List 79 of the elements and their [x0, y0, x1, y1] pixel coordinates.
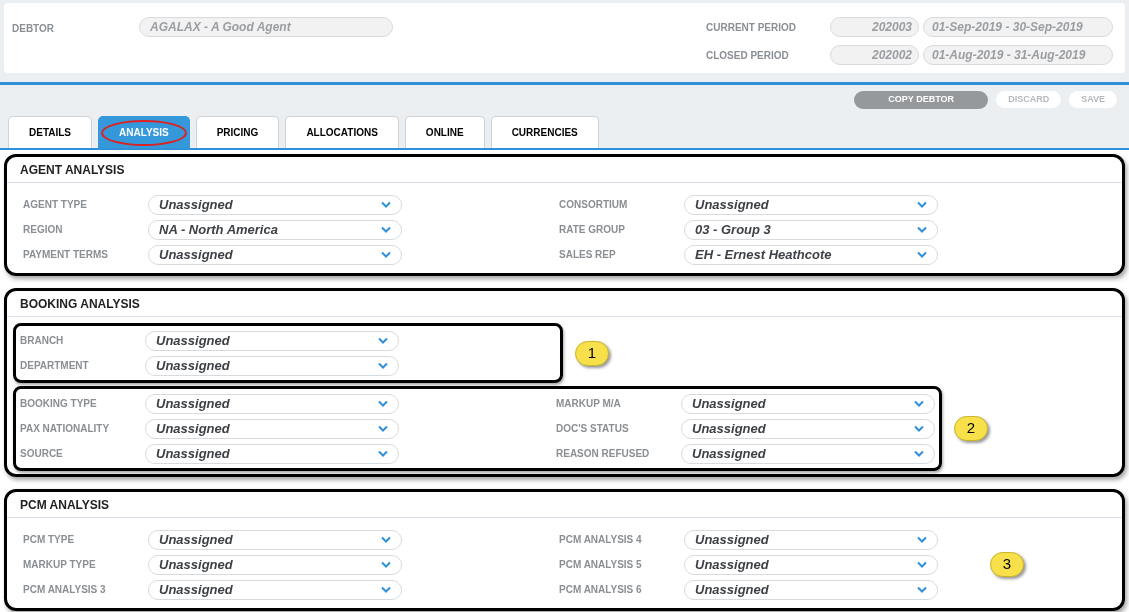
dropdown-field[interactable]: Unassigned: [681, 393, 935, 414]
chevron-down-icon: [914, 400, 924, 407]
annotation-marker: 1: [575, 340, 609, 366]
chevron-down-icon: [917, 536, 927, 543]
period-range-field: 01-Sep-2019 - 30-Sep-2019: [923, 17, 1113, 37]
field-label: PAX NATIONALITY: [20, 422, 111, 436]
chevron-down-icon: [381, 251, 391, 258]
dropdown-field[interactable]: Unassigned: [145, 355, 399, 376]
dropdown-field[interactable]: Unassigned: [684, 554, 938, 575]
dropdown-field[interactable]: Unassigned: [145, 330, 399, 351]
chevron-down-icon: [378, 362, 388, 369]
field-label: BRANCH: [20, 334, 65, 348]
dropdown-field[interactable]: Unassigned: [145, 393, 399, 414]
dropdown-field[interactable]: EH - Ernest Heathcote: [684, 244, 938, 265]
dropdown-field[interactable]: Unassigned: [148, 529, 402, 550]
chevron-down-icon: [378, 400, 388, 407]
chevron-down-icon: [381, 536, 391, 543]
dropdown-field[interactable]: Unassigned: [148, 554, 402, 575]
tab[interactable]: PRICING: [195, 116, 280, 148]
field-label: AGENT TYPE: [23, 198, 88, 212]
field-label: RATE GROUP: [559, 223, 626, 237]
field-label: BOOKING TYPE: [20, 397, 98, 411]
chevron-down-icon: [917, 251, 927, 258]
field-label: DOC'S STATUS: [556, 422, 630, 436]
tab[interactable]: CURRENCIES: [490, 116, 599, 148]
field-label: PCM ANALYSIS 5: [559, 558, 643, 572]
dropdown-field[interactable]: Unassigned: [684, 529, 938, 550]
field-label: CLOSED PERIOD: [706, 48, 790, 63]
field-label: MARKUP TYPE: [23, 558, 97, 572]
debtor-field: AGALAX - A Good Agent: [139, 17, 393, 37]
field-label: MARKUP M/A: [556, 397, 622, 411]
period-code-field: 202003: [830, 17, 919, 37]
dropdown-field[interactable]: Unassigned: [681, 443, 935, 464]
section-title: BOOKING ANALYSIS: [7, 291, 1122, 317]
period-range-field: 01-Aug-2019 - 31-Aug-2019: [923, 45, 1113, 65]
field-label: PCM ANALYSIS 6: [559, 583, 643, 597]
chevron-down-icon: [917, 226, 927, 233]
field-label: PAYMENT TERMS: [23, 248, 109, 262]
chevron-down-icon: [917, 201, 927, 208]
dropdown-field[interactable]: Unassigned: [145, 418, 399, 439]
field-label: CURRENT PERIOD: [706, 20, 797, 35]
field-label: SOURCE: [20, 447, 64, 461]
period-code-field: 202002: [830, 45, 919, 65]
dropdown-field[interactable]: 03 - Group 3: [684, 219, 938, 240]
dropdown-field[interactable]: Unassigned: [148, 579, 402, 600]
chevron-down-icon: [917, 561, 927, 568]
field-label: DEPARTMENT: [20, 359, 90, 373]
annotation-marker: 3: [990, 552, 1024, 577]
field-label: PCM TYPE: [23, 533, 76, 547]
field-label: CONSORTIUM: [559, 198, 629, 212]
field-label: DEBTOR: [12, 22, 56, 36]
dropdown-field[interactable]: Unassigned: [148, 194, 402, 215]
chevron-down-icon: [378, 425, 388, 432]
field-label: SALES REP: [559, 248, 617, 262]
field-label: REGION: [23, 223, 64, 237]
chevron-down-icon: [917, 586, 927, 593]
tab[interactable]: ALLOCATIONS: [285, 116, 399, 148]
chevron-down-icon: [381, 201, 391, 208]
field-label: PCM ANALYSIS 3: [23, 583, 107, 597]
dropdown-field[interactable]: NA - North America: [148, 219, 402, 240]
chevron-down-icon: [381, 226, 391, 233]
tab[interactable]: ONLINE: [404, 116, 485, 148]
section-title: PCM ANALYSIS: [7, 492, 1122, 518]
section-title: AGENT ANALYSIS: [7, 157, 1122, 183]
field-label: PCM ANALYSIS 4: [559, 533, 643, 547]
annotation-marker: 2: [954, 416, 988, 441]
chevron-down-icon: [381, 586, 391, 593]
chevron-down-icon: [381, 561, 391, 568]
dropdown-field[interactable]: Unassigned: [684, 579, 938, 600]
chevron-down-icon: [378, 337, 388, 344]
dropdown-field[interactable]: Unassigned: [684, 194, 938, 215]
chevron-down-icon: [914, 425, 924, 432]
chevron-down-icon: [914, 450, 924, 457]
dropdown-field[interactable]: Unassigned: [681, 418, 935, 439]
tab[interactable]: DETAILS: [8, 116, 93, 148]
dropdown-field[interactable]: Unassigned: [145, 443, 399, 464]
field-label: REASON REFUSED: [556, 447, 651, 461]
chevron-down-icon: [378, 450, 388, 457]
dropdown-field[interactable]: Unassigned: [148, 244, 402, 265]
